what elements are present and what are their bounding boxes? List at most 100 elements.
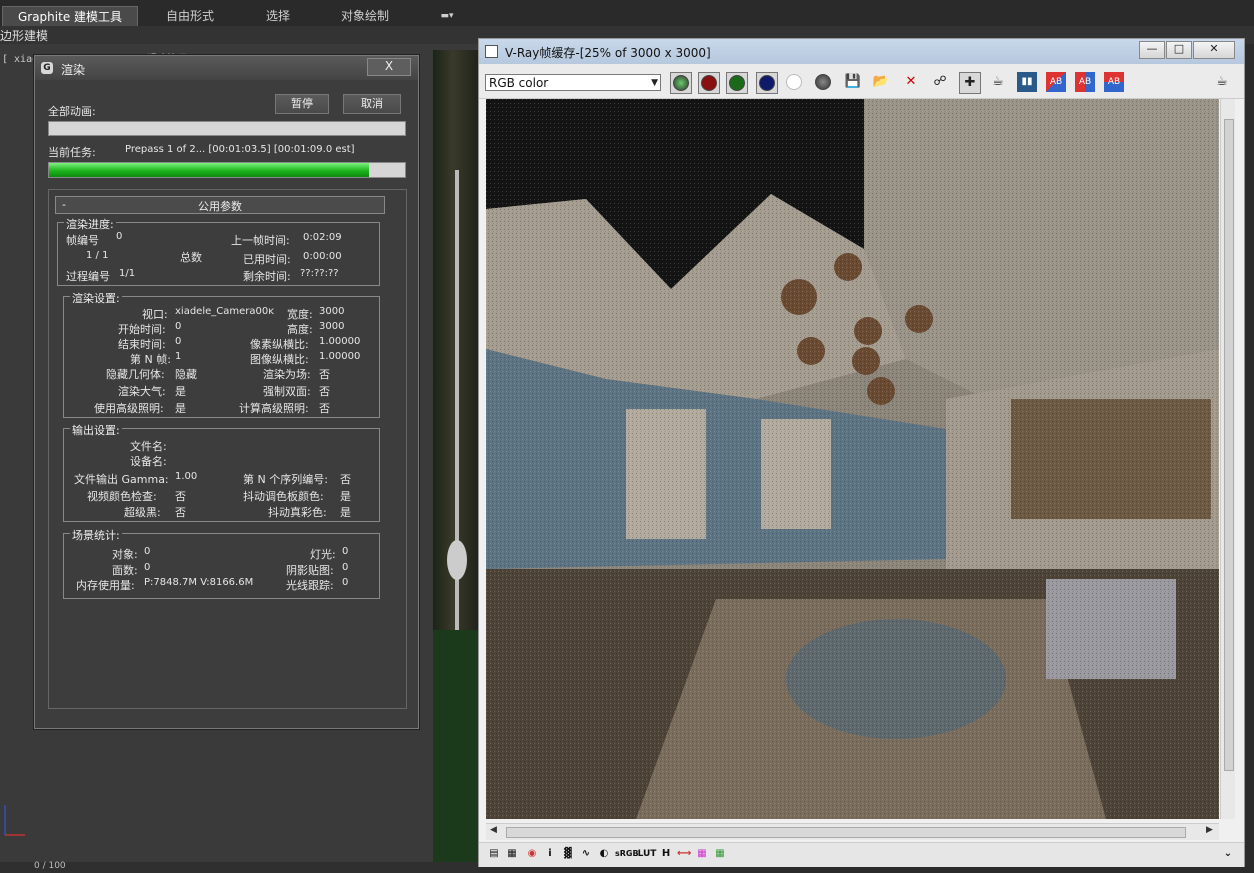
force-2sided-label: 强制双面: bbox=[263, 385, 311, 398]
colors-icon[interactable]: ▦ bbox=[695, 847, 709, 861]
nth-serial-label: 第 N 个序列编号: bbox=[243, 473, 328, 486]
open-icon[interactable]: 📂 bbox=[871, 72, 891, 92]
horizontal-scroll-thumb[interactable] bbox=[506, 827, 1186, 838]
alpha-channel-icon[interactable] bbox=[784, 72, 804, 92]
pause-button[interactable]: 暂停 bbox=[275, 94, 329, 114]
width-value: 3000 bbox=[319, 306, 345, 317]
color-corr-icon[interactable]: ◉ bbox=[525, 847, 539, 861]
region-icon[interactable]: ✚ bbox=[959, 72, 981, 94]
all-animation-progress-bar bbox=[48, 121, 406, 136]
window-icon bbox=[485, 45, 498, 58]
exposure-icon[interactable]: ◐ bbox=[597, 847, 611, 861]
render-fields-value: 否 bbox=[319, 368, 330, 381]
ribbon-tab-selection[interactable]: 选择 bbox=[250, 6, 306, 26]
link-icon[interactable]: ☍ bbox=[930, 72, 950, 92]
panel-icon[interactable]: ▤ bbox=[487, 847, 501, 861]
ocio-icon[interactable]: ⟷ bbox=[677, 847, 691, 861]
close-button[interactable]: ✕ bbox=[1193, 41, 1235, 59]
expand-icon[interactable]: ⌄ bbox=[1221, 847, 1235, 861]
ribbon-tab-object-paint[interactable]: 对象绘制 bbox=[330, 6, 400, 26]
ribbon-options-dropdown-icon[interactable]: ▬▾ bbox=[432, 6, 462, 26]
ab-swap-icon[interactable]: AB bbox=[1104, 72, 1124, 92]
vfb-toolbar: RGB color ▼ 💾 📂 ✕ ☍ ✚ ☕ ▮▮ AB AB AB ☕ bbox=[479, 64, 1244, 99]
teapot-icon[interactable]: ☕ bbox=[988, 72, 1008, 92]
maximize-button[interactable]: □ bbox=[1166, 41, 1192, 59]
close-button[interactable]: X bbox=[367, 58, 411, 76]
lights-value: 0 bbox=[342, 546, 349, 557]
max-logo-icon: G bbox=[41, 62, 53, 74]
rendered-image[interactable] bbox=[486, 99, 1219, 819]
red-channel-icon[interactable] bbox=[698, 72, 720, 94]
output-gamma-label: 文件输出 Gamma: bbox=[74, 473, 169, 486]
ribbon-tab-graphite[interactable]: Graphite 建模工具 bbox=[2, 6, 138, 27]
elapsed-time-label: 已用时间: bbox=[243, 253, 291, 266]
dither-truecolor-value: 是 bbox=[340, 506, 351, 519]
end-time-label: 结束时间: bbox=[118, 338, 166, 351]
time-slider[interactable]: 0 / 100 bbox=[0, 861, 480, 873]
remaining-time-label: 剩余时间: bbox=[243, 270, 291, 283]
info-icon[interactable]: i bbox=[543, 847, 557, 861]
axis-gizmo bbox=[4, 805, 25, 836]
current-task-value: Prepass 1 of 2... [00:01:03.5] [00:01:09… bbox=[125, 144, 355, 155]
channel-select-value: RGB color bbox=[489, 76, 549, 90]
history-icon[interactable]: ▦ bbox=[505, 847, 519, 861]
remaining-time-value: ??:??:?? bbox=[300, 268, 339, 279]
h-icon[interactable]: H bbox=[659, 847, 673, 861]
vertical-scrollbar[interactable] bbox=[1220, 99, 1235, 819]
frame-number-value: 0 bbox=[116, 231, 123, 242]
frame-count-value: 1 / 1 bbox=[86, 250, 109, 261]
video-color-check-value: 否 bbox=[175, 490, 186, 503]
curves-icon[interactable]: ∿ bbox=[579, 847, 593, 861]
filename-label: 文件名: bbox=[130, 440, 167, 453]
vfb-titlebar[interactable]: V-Ray帧缓存-[25% of 3000 x 3000] — □ ✕ bbox=[479, 39, 1244, 64]
memory-usage-label: 内存使用量: bbox=[76, 579, 135, 592]
green-channel-icon[interactable] bbox=[726, 72, 748, 94]
ab-v-icon[interactable]: AB bbox=[1075, 72, 1095, 92]
memory-usage-value: P:7848.7M V:8166.6M bbox=[144, 577, 254, 588]
shadow-maps-value: 0 bbox=[342, 562, 349, 573]
save-icon[interactable]: 💾 bbox=[843, 72, 863, 92]
start-time-value: 0 bbox=[175, 321, 182, 332]
pass-number-value: 1/1 bbox=[119, 268, 136, 279]
common-params-rollout[interactable]: - 公用参数 bbox=[55, 196, 385, 214]
mono-icon[interactable] bbox=[813, 72, 833, 92]
raytrace-value: 0 bbox=[342, 577, 349, 588]
current-task-progress-fill bbox=[49, 163, 370, 177]
nth-serial-value: 否 bbox=[340, 473, 351, 486]
render-progress-title: 渲染进度: bbox=[64, 216, 116, 232]
levels-icon[interactable]: ▓ bbox=[561, 847, 575, 861]
track-mouse-icon[interactable] bbox=[670, 72, 692, 94]
ribbon-tab-freeform[interactable]: 自由形式 bbox=[150, 6, 230, 26]
current-task-progress-bar bbox=[48, 162, 406, 178]
minimize-button[interactable]: — bbox=[1139, 41, 1165, 59]
scroll-left-icon[interactable]: ◀ bbox=[490, 825, 497, 835]
teapot-render-icon[interactable]: ☕ bbox=[1212, 72, 1232, 92]
frame-number-label: 帧编号 bbox=[66, 234, 99, 247]
render-preview-art bbox=[486, 99, 1219, 819]
horizontal-scrollbar[interactable]: ◀ ▶ bbox=[486, 823, 1219, 840]
dither-truecolor-label: 抖动真彩色: bbox=[268, 506, 327, 519]
raytrace-label: 光线跟踪: bbox=[286, 579, 334, 592]
render-progress-group: 渲染进度: 帧编号 0 上一帧时间: 0:02:09 1 / 1 总数 已用时间… bbox=[57, 216, 380, 286]
nth-frame-label: 第 N 帧: bbox=[130, 353, 171, 366]
scroll-right-icon[interactable]: ▶ bbox=[1206, 825, 1213, 835]
compute-adv-lighting-value: 否 bbox=[319, 402, 330, 415]
blue-channel-icon[interactable] bbox=[756, 72, 778, 94]
cancel-button[interactable]: 取消 bbox=[343, 94, 401, 114]
lights-label: 灯光: bbox=[310, 548, 336, 561]
clear-icon[interactable]: ✕ bbox=[901, 72, 921, 92]
rgb-icon[interactable]: ▦ bbox=[713, 847, 727, 861]
vertical-scroll-thumb[interactable] bbox=[1224, 119, 1234, 771]
faces-value: 0 bbox=[144, 562, 151, 573]
objects-label: 对象: bbox=[112, 548, 138, 561]
ab-h-icon[interactable]: AB bbox=[1046, 72, 1066, 92]
compare-icon[interactable]: ▮▮ bbox=[1017, 72, 1037, 92]
dither-paletted-value: 是 bbox=[340, 490, 351, 503]
render-dialog-titlebar[interactable]: G 渲染 X bbox=[35, 56, 418, 80]
polygon-modeling-label[interactable]: 边形建模 bbox=[0, 27, 48, 44]
render-atmosphere-value: 是 bbox=[175, 385, 186, 398]
lut-icon[interactable]: LUT bbox=[637, 847, 657, 861]
channel-select[interactable]: RGB color ▼ bbox=[485, 74, 661, 91]
output-gamma-value: 1.00 bbox=[175, 471, 198, 482]
srgb-icon[interactable]: sRGB bbox=[615, 847, 639, 861]
